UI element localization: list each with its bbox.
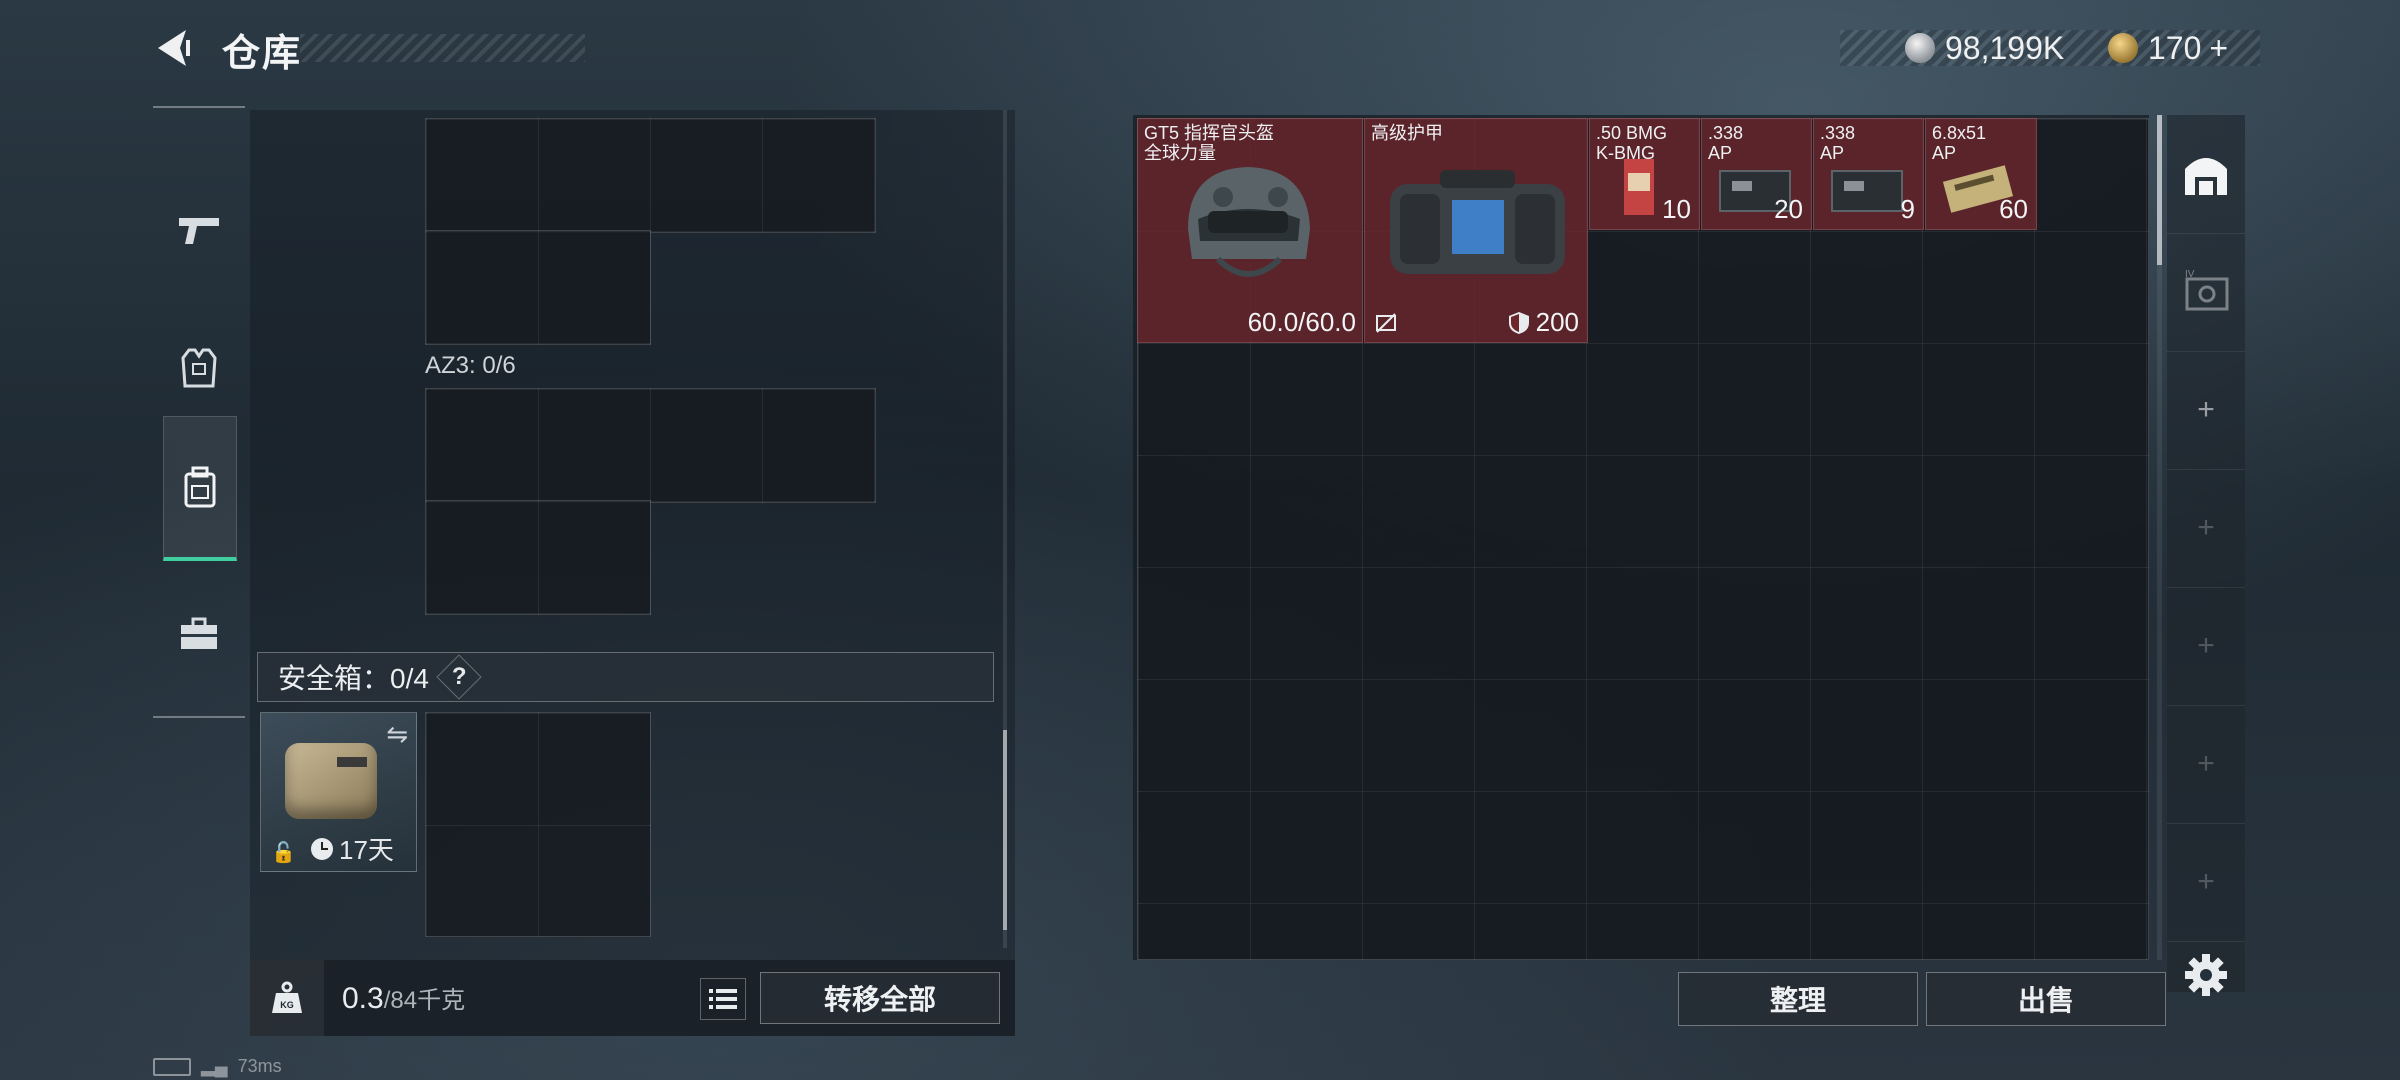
stash-tab-add-1[interactable]: + xyxy=(2167,351,2245,470)
container-grid-top[interactable] xyxy=(425,118,876,233)
item-ammo-68x51[interactable]: 6.8x51 AP 60 xyxy=(1925,118,2037,230)
list-icon xyxy=(709,989,737,1009)
help-icon[interactable]: ? xyxy=(436,654,482,700)
stash-tab-secondary[interactable]: IV xyxy=(2167,233,2245,352)
item-ammo-338-b[interactable]: .338 AP 9 xyxy=(1813,118,1924,230)
stash-scrollbar[interactable] xyxy=(2157,115,2162,960)
az3-grid-bottom[interactable] xyxy=(425,500,651,615)
tab-weapons[interactable] xyxy=(163,160,235,300)
vest-icon xyxy=(181,348,217,388)
plus-icon: + xyxy=(2197,629,2215,662)
silver-value: 98,199K xyxy=(1945,29,2065,66)
left-scroll-thumb[interactable] xyxy=(1003,730,1007,930)
tab-toolbox[interactable] xyxy=(163,564,235,704)
weight-bar: KG 0.3/84千克 转移全部 xyxy=(250,960,1015,1036)
item-name: 高级护甲 xyxy=(1371,123,1443,143)
plus-icon: + xyxy=(2197,393,2215,426)
swap-icon[interactable]: ⇋ xyxy=(386,719,408,750)
lock-icon: 🔓 xyxy=(271,842,296,864)
back-button[interactable] xyxy=(150,26,194,70)
sell-button[interactable]: 出售 xyxy=(1926,972,2166,1026)
item-helmet[interactable]: GT5 指挥官头盔 全球力量 60.0/60.0 xyxy=(1137,118,1363,343)
az3-capacity-label: AZ3: 0/6 xyxy=(425,352,516,379)
item-count: 10 xyxy=(1662,194,1691,224)
container-grid-top-lower[interactable] xyxy=(425,230,651,345)
item-durability: 60.0/60.0 xyxy=(1247,307,1356,337)
stash-tab-main[interactable] xyxy=(2167,115,2245,234)
item-ammo-50bmg[interactable]: .50 BMG K-BMG 10 xyxy=(1589,118,1700,230)
ping-text: 73ms xyxy=(237,1056,282,1076)
timer-text: 17天 xyxy=(339,835,394,865)
stash-tab-add-2[interactable]: + xyxy=(2167,469,2245,588)
silver-coin-icon xyxy=(1905,33,1935,63)
svg-text:IV: IV xyxy=(2185,269,2195,280)
stash-tab-add-3[interactable]: + xyxy=(2167,587,2245,706)
safebox-header: 安全箱：0/4 ? xyxy=(257,652,994,702)
weight-current: 0.3 xyxy=(342,982,384,1015)
left-scrollbar[interactable] xyxy=(1003,110,1007,948)
safebox-timer: 17天 xyxy=(311,830,394,867)
battery-icon xyxy=(153,1057,191,1076)
transfer-all-button[interactable]: 转移全部 xyxy=(760,972,1000,1024)
plus-icon: + xyxy=(2197,865,2215,898)
item-ammo-338-a[interactable]: .338 AP 20 xyxy=(1701,118,1812,230)
gold-add-icon[interactable]: + xyxy=(2209,30,2228,67)
item-armor[interactable]: 高级护甲 200 xyxy=(1364,118,1588,343)
list-view-button[interactable] xyxy=(700,978,746,1020)
safebox-image xyxy=(285,743,377,819)
backpack-icon xyxy=(184,466,216,508)
tab-backpack[interactable] xyxy=(163,416,237,561)
no-repair-icon xyxy=(1376,313,1396,333)
warehouse-icon xyxy=(2185,158,2227,195)
briefcase-icon xyxy=(181,617,217,649)
safebox-card[interactable]: ⇋ 🔓 17天 xyxy=(260,712,417,872)
safebox-grid[interactable] xyxy=(425,712,651,937)
gear-icon xyxy=(2185,954,2227,996)
currency-silver: 98,199K xyxy=(1905,28,2064,68)
item-count: 20 xyxy=(1774,194,1803,224)
help-glyph: ? xyxy=(451,662,467,690)
safebox-label: 安全箱：0/4 xyxy=(278,663,429,694)
page-title: 仓库 xyxy=(222,33,303,75)
weight-readout: 0.3/84千克 xyxy=(342,980,465,1016)
stash-page-tabs: IV + + + + + xyxy=(2167,115,2245,992)
category-tabs xyxy=(153,106,245,718)
currency-gold[interactable]: 170 + xyxy=(2108,28,2228,68)
back-arrow-icon xyxy=(158,30,190,66)
network-status: ▂▄ 73ms xyxy=(153,1056,282,1077)
settings-button[interactable] xyxy=(2183,952,2229,1003)
plus-icon: + xyxy=(2197,747,2215,780)
weight-icon-box: KG xyxy=(250,960,324,1036)
title-decoration xyxy=(300,34,585,62)
item-count: 60 xyxy=(1999,194,2028,224)
armor-value: 200 xyxy=(1535,307,1579,337)
gold-coin-icon xyxy=(2108,33,2138,63)
gold-value: 170 xyxy=(2148,29,2202,66)
pistol-icon xyxy=(179,218,219,244)
weight-max: /84千克 xyxy=(383,987,466,1014)
helmet-image xyxy=(1188,167,1310,277)
item-count: 9 xyxy=(1900,194,1915,224)
case-icon: IV xyxy=(2185,269,2229,311)
item-armor-value: 200 xyxy=(1508,307,1579,338)
armor-image xyxy=(1390,170,1565,274)
svg-text:KG: KG xyxy=(280,1000,294,1010)
stash-scroll-thumb[interactable] xyxy=(2157,115,2162,265)
signal-icon: ▂▄ xyxy=(201,1056,228,1076)
stash-tab-add-4[interactable]: + xyxy=(2167,705,2245,824)
plus-icon: + xyxy=(2197,511,2215,544)
shield-icon xyxy=(1508,311,1529,334)
clock-icon xyxy=(311,837,333,860)
az3-grid-top[interactable] xyxy=(425,388,876,503)
sort-button[interactable]: 整理 xyxy=(1678,972,1918,1026)
stash-tab-add-5[interactable]: + xyxy=(2167,823,2245,942)
weight-kg-icon: KG xyxy=(272,981,302,1013)
